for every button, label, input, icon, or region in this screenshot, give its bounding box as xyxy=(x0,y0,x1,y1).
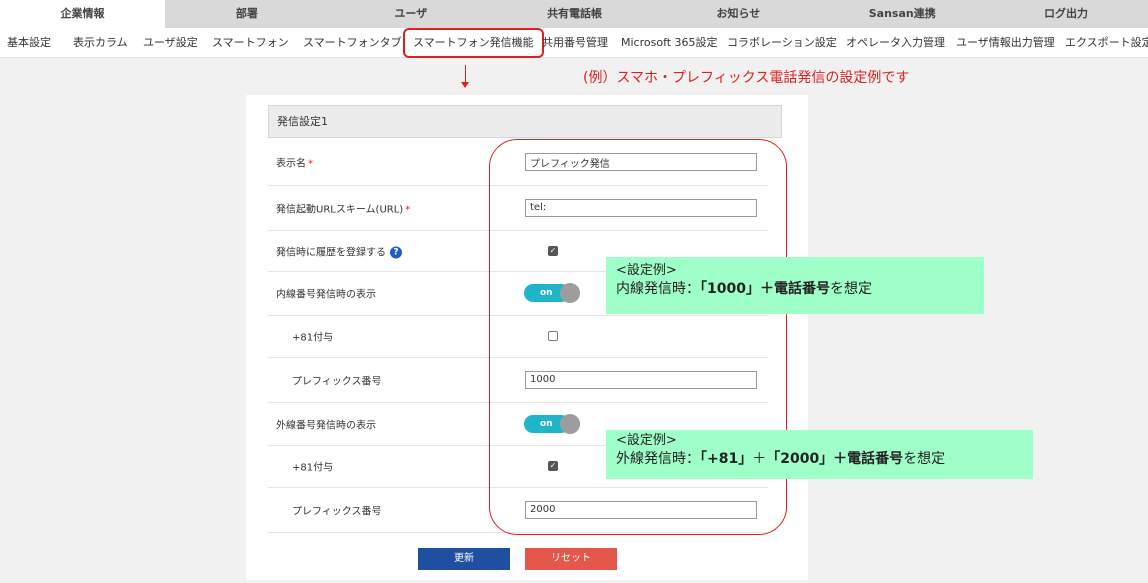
example-title: <設定例> xyxy=(616,263,677,278)
tab-department[interactable]: 部署 xyxy=(165,0,329,28)
sub-nav: 基本設定 表示カラム ユーザ設定 スマートフォン スマートフォンタブ スマートフ… xyxy=(0,28,1148,58)
external-display-label: 外線番号発信時の表示 xyxy=(276,420,376,431)
required-mark: * xyxy=(308,158,313,170)
tab-notices[interactable]: お知らせ xyxy=(656,0,820,28)
tab-company-info[interactable]: 企業情報 xyxy=(0,0,165,28)
sub-nav-smartphone-dial[interactable]: スマートフォン発信機能 xyxy=(403,28,544,58)
external-plus81-label: +81付与 xyxy=(292,462,334,474)
external-prefix-label: プレフィックス番号 xyxy=(292,506,382,517)
help-icon[interactable]: ? xyxy=(390,246,402,258)
sub-nav-export-settings[interactable]: エクスポート設定 xyxy=(1065,28,1148,57)
display-name-label: 表示名 * xyxy=(276,158,313,170)
tab-sansan[interactable]: Sansan連携 xyxy=(820,0,984,28)
sub-nav-user-info-output[interactable]: ユーザ情報出力管理 xyxy=(956,28,1055,57)
sub-nav-smartphone-tab[interactable]: スマートフォンタブ xyxy=(303,28,402,57)
internal-prefix-label: プレフィックス番号 xyxy=(292,376,382,387)
sub-nav-microsoft365[interactable]: Microsoft 365設定 xyxy=(621,28,718,57)
annotation-arrow-head xyxy=(461,82,469,88)
section-title: 発信設定1 xyxy=(268,105,782,138)
tab-log-output[interactable]: ログ出力 xyxy=(984,0,1148,28)
sub-nav-user-settings[interactable]: ユーザ設定 xyxy=(143,28,198,57)
example-note: (例）スマホ・プレフィックス電話発信の設定例です xyxy=(583,70,910,86)
sub-nav-shared-number[interactable]: 共用番号管理 xyxy=(542,28,608,57)
register-history-label: 発信時に履歴を登録する? xyxy=(276,243,402,258)
internal-plus81-label: +81付与 xyxy=(292,332,334,344)
example-box-internal: <設定例> 内線発信時：「1000」＋電話番号を想定 xyxy=(606,257,984,314)
sub-nav-smartphone[interactable]: スマートフォン xyxy=(212,28,289,57)
reset-button[interactable]: リセット xyxy=(525,548,617,570)
example-body: 内線発信時：「1000」＋電話番号を想定 xyxy=(616,281,872,297)
sub-nav-collaboration[interactable]: コラボレーション設定 xyxy=(727,28,837,57)
sub-nav-operator-input[interactable]: オペレータ入力管理 xyxy=(846,28,945,57)
internal-display-label: 内線番号発信時の表示 xyxy=(276,289,376,301)
annotation-arrow xyxy=(465,65,466,83)
sub-nav-basic-settings[interactable]: 基本設定 xyxy=(7,28,51,57)
update-button[interactable]: 更新 xyxy=(418,548,510,570)
example-body: 外線発信時：「+81」＋「2000」＋電話番号を想定 xyxy=(616,451,946,467)
top-tab-bar: 企業情報 部署 ユーザ 共有電話帳 お知らせ Sansan連携 ログ出力 xyxy=(0,0,1148,28)
tab-user[interactable]: ユーザ xyxy=(329,0,493,28)
url-scheme-label: 発信起動URLスキーム(URL) * xyxy=(276,204,411,215)
example-box-external: <設定例> 外線発信時：「+81」＋「2000」＋電話番号を想定 xyxy=(606,430,1033,479)
tab-shared-phonebook[interactable]: 共有電話帳 xyxy=(493,0,657,28)
example-title: <設定例> xyxy=(616,433,677,448)
sub-nav-display-columns[interactable]: 表示カラム xyxy=(73,28,128,57)
required-mark: * xyxy=(405,204,411,215)
